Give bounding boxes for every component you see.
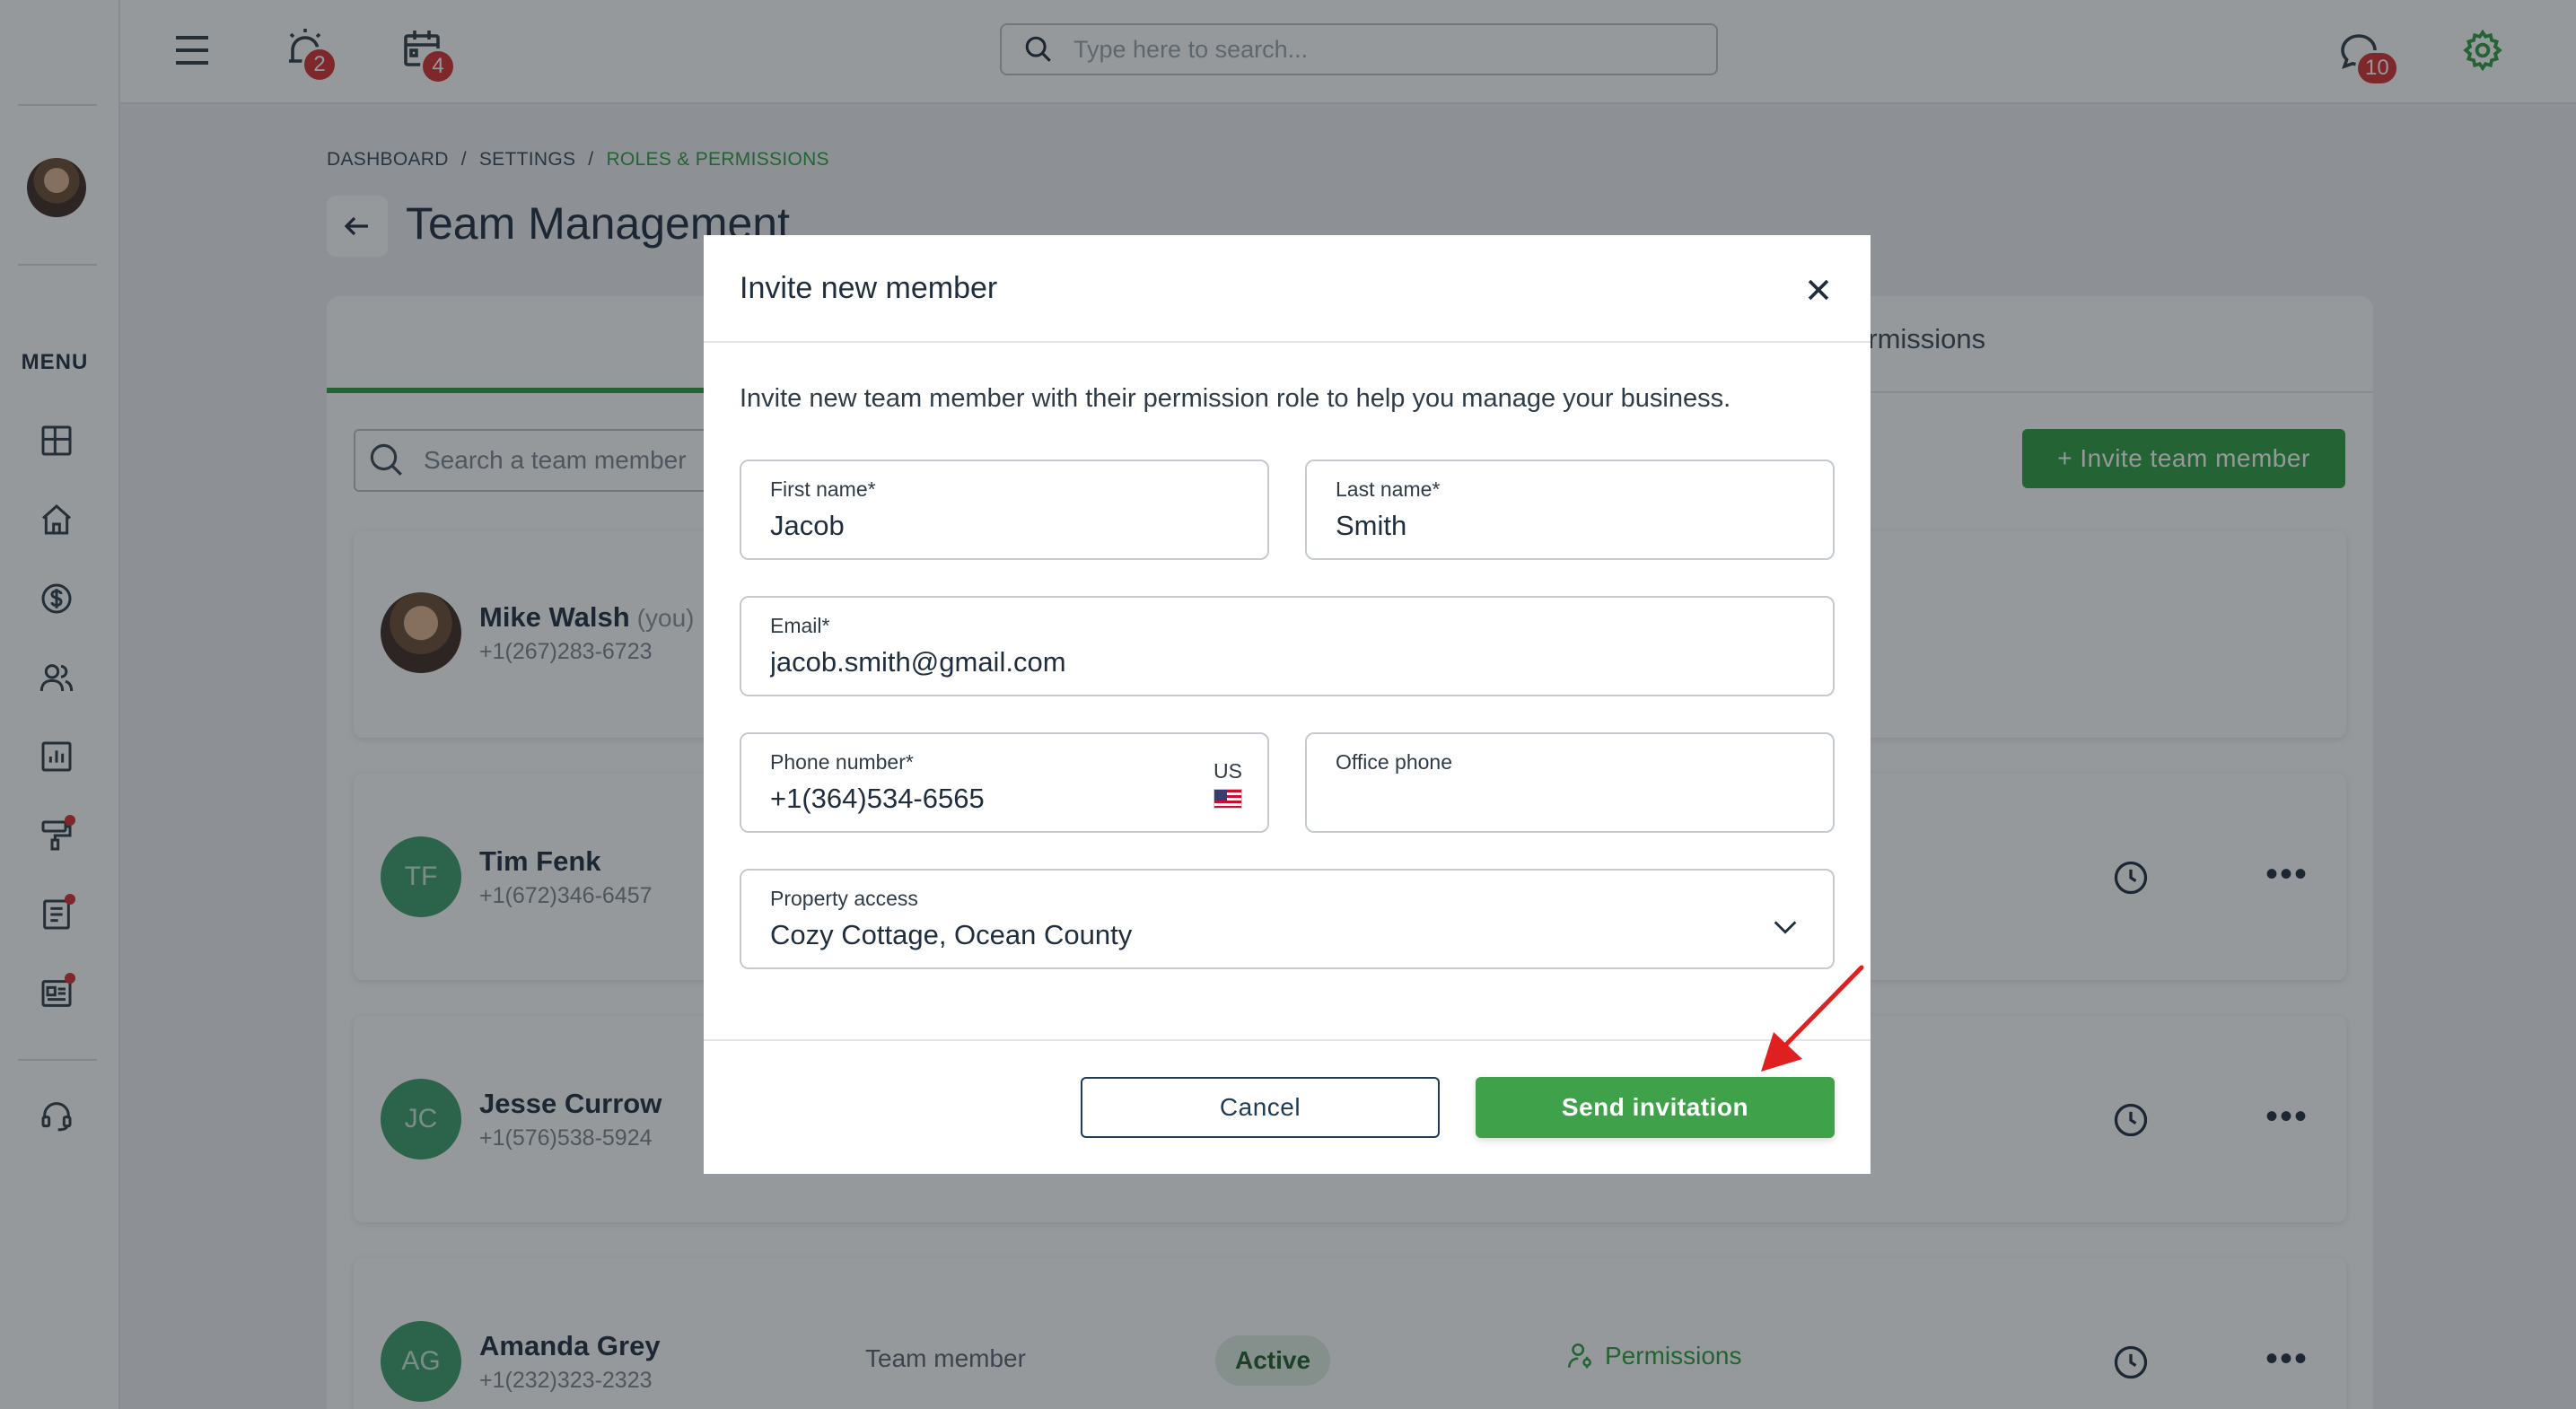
office-phone-input[interactable] — [1336, 783, 1804, 815]
email-input[interactable] — [770, 646, 1804, 678]
dialog-title: Invite new member — [740, 271, 998, 305]
dialog-header: Invite new member — [704, 235, 1871, 343]
office-phone-label: Office phone — [1336, 750, 1453, 774]
us-flag-icon — [1214, 789, 1242, 809]
property-access-value: Cozy Cottage, Ocean County — [770, 919, 1133, 950]
office-phone-field[interactable]: Office phone — [1305, 732, 1835, 833]
dialog-description: Invite new team member with their permis… — [740, 384, 1731, 413]
country-code: US — [1214, 759, 1242, 783]
phone-number-input[interactable] — [770, 783, 1174, 815]
dialog-footer: Cancel Send invitation — [704, 1039, 1871, 1174]
cancel-button[interactable]: Cancel — [1081, 1077, 1440, 1138]
country-selector[interactable]: US — [1214, 759, 1242, 809]
chevron-down-icon — [1774, 921, 1797, 934]
last-name-label: Last name* — [1336, 477, 1441, 501]
send-invitation-button[interactable]: Send invitation — [1476, 1077, 1835, 1138]
close-icon — [1808, 279, 1829, 300]
first-name-label: First name* — [770, 477, 876, 501]
first-name-input[interactable] — [770, 510, 1239, 542]
last-name-input[interactable] — [1336, 510, 1804, 542]
property-access-label: Property access — [770, 887, 918, 910]
phone-number-label: Phone number* — [770, 750, 914, 774]
phone-number-field[interactable]: Phone number* US — [740, 732, 1269, 833]
close-button[interactable] — [1801, 273, 1836, 309]
last-name-field[interactable]: Last name* — [1305, 459, 1835, 560]
email-field[interactable]: Email* — [740, 596, 1835, 696]
property-access-select[interactable]: Property access Cozy Cottage, Ocean Coun… — [740, 869, 1835, 969]
first-name-field[interactable]: First name* — [740, 459, 1269, 560]
invite-member-dialog: Invite new member Invite new team member… — [704, 235, 1871, 1174]
annotation-arrow-icon — [1761, 965, 1864, 1072]
email-label: Email* — [770, 614, 830, 637]
